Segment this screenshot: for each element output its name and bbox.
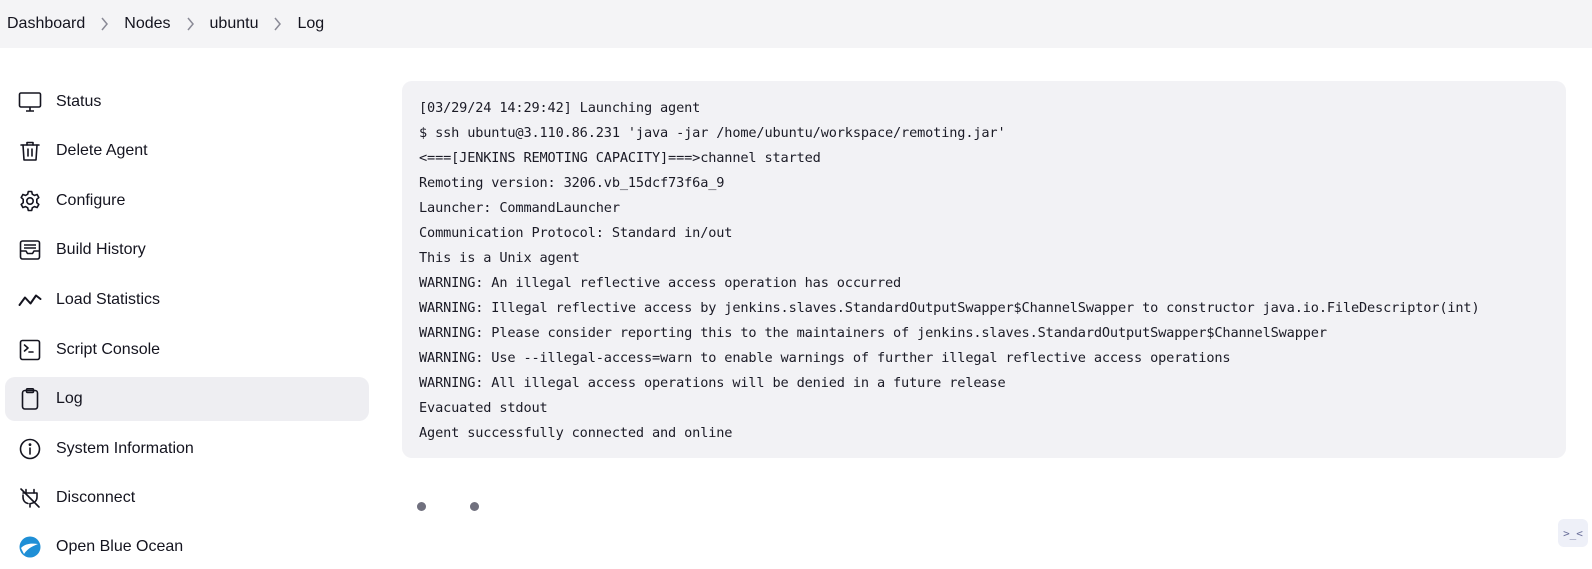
console-line: Evacuated stdout	[419, 400, 548, 416]
sidebar-item-label: Open Blue Ocean	[56, 538, 184, 555]
breadcrumb-log[interactable]: Log	[297, 15, 324, 33]
console-line: This is a Unix agent	[419, 250, 580, 266]
sidebar-item-label: Build History	[56, 241, 146, 258]
spinner-dot	[470, 502, 479, 511]
clipboard-icon	[18, 387, 42, 411]
disconnect-plug-icon	[18, 486, 42, 510]
chevron-right-icon	[171, 14, 210, 34]
console-line: WARNING: All illegal access operations w…	[419, 375, 1006, 391]
console-line: Communication Protocol: Standard in/out	[419, 225, 733, 241]
trash-icon	[18, 139, 42, 163]
breadcrumb-dashboard[interactable]: Dashboard	[7, 15, 85, 33]
sidebar-item-disconnect[interactable]: Disconnect	[5, 476, 369, 520]
breadcrumb-nodes[interactable]: Nodes	[124, 15, 170, 33]
console-line: Remoting version: 3206.vb_15dcf73f6a_9	[419, 175, 725, 191]
sidebar-item-open-blue-ocean[interactable]: Open Blue Ocean	[5, 525, 369, 569]
sidebar-item-label: Status	[56, 93, 102, 110]
console-line: WARNING: An illegal reflective access op…	[419, 275, 902, 291]
sidebar: Status Delete Agent Configure Build Hist…	[0, 48, 380, 558]
sidebar-item-configure[interactable]: Configure	[5, 179, 369, 223]
sidebar-item-label: System Information	[56, 440, 194, 457]
sidebar-item-system-information[interactable]: System Information	[5, 427, 369, 471]
console-line: WARNING: Please consider reporting this …	[419, 325, 1327, 341]
floating-terminal-label: >_<	[1563, 526, 1583, 540]
gear-icon	[18, 189, 42, 213]
info-icon	[18, 437, 42, 461]
console-line: [03/29/24 14:29:42] Launching agent	[419, 100, 701, 116]
inbox-icon	[18, 238, 42, 262]
breadcrumb: Dashboard Nodes ubuntu Log	[0, 0, 1592, 48]
sidebar-item-label: Log	[56, 390, 83, 407]
console-line: $ ssh ubuntu@3.110.86.231 'java -jar /ho…	[419, 125, 1006, 141]
trend-icon	[18, 288, 42, 312]
console-output: [03/29/24 14:29:42] Launching agent $ ss…	[402, 81, 1566, 458]
chevron-right-icon	[85, 14, 124, 34]
breadcrumb-ubuntu[interactable]: ubuntu	[210, 15, 259, 33]
sidebar-item-label: Disconnect	[56, 489, 136, 506]
sidebar-item-log[interactable]: Log	[5, 377, 369, 421]
sidebar-item-status[interactable]: Status	[5, 80, 369, 124]
sidebar-item-label: Load Statistics	[56, 291, 161, 308]
console-line: Launcher: CommandLauncher	[419, 200, 620, 216]
sidebar-item-label: Script Console	[56, 341, 161, 358]
console-line: WARNING: Use --illegal-access=warn to en…	[419, 350, 1231, 366]
sidebar-item-load-statistics[interactable]: Load Statistics	[5, 278, 369, 322]
sidebar-item-label: Delete Agent	[56, 142, 148, 159]
floating-terminal-button[interactable]: >_<	[1558, 519, 1588, 547]
blue-ocean-icon	[18, 535, 42, 559]
sidebar-item-script-console[interactable]: Script Console	[5, 328, 369, 372]
console-line: WARNING: Illegal reflective access by je…	[419, 300, 1480, 316]
sidebar-item-label: Configure	[56, 192, 126, 209]
monitor-icon	[18, 90, 42, 114]
spinner-dot	[417, 502, 426, 511]
console-line: Agent successfully connected and online	[419, 425, 733, 441]
console-line: <===[JENKINS REMOTING CAPACITY]===>chann…	[419, 150, 821, 166]
terminal-icon	[18, 338, 42, 362]
chevron-right-icon	[258, 14, 297, 34]
sidebar-item-delete-agent[interactable]: Delete Agent	[5, 129, 369, 173]
sidebar-item-build-history[interactable]: Build History	[5, 228, 369, 272]
